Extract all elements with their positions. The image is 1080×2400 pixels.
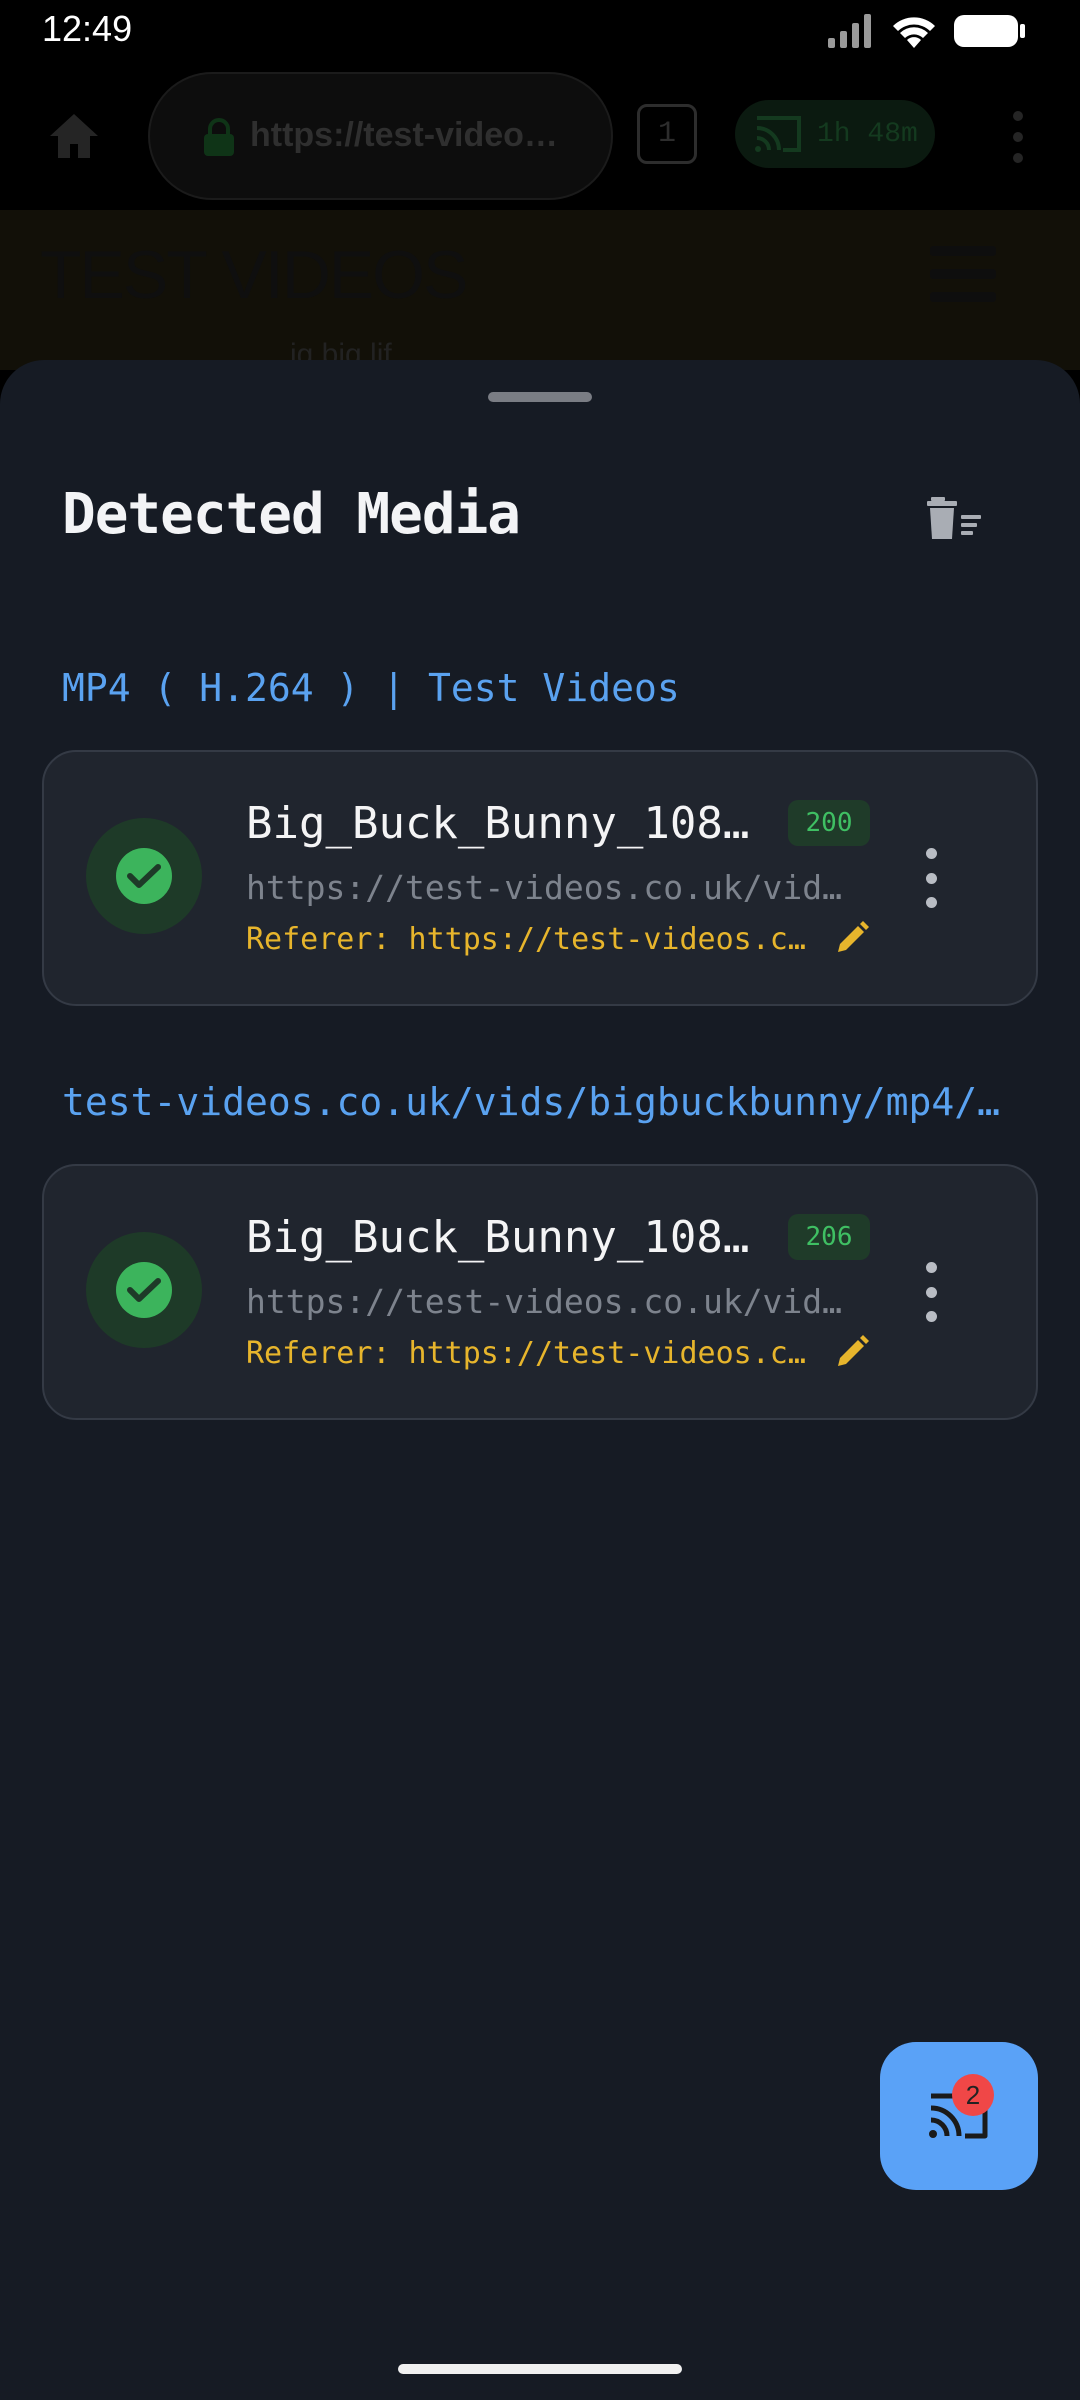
- website-header: TEST VIDEOS ig big lif: [0, 210, 1080, 371]
- media-url: https://test-videos.co.uk/vids…: [246, 868, 856, 907]
- pencil-icon[interactable]: [832, 918, 872, 958]
- status-time: 12:49: [42, 8, 133, 49]
- status-indicator: [86, 1232, 202, 1348]
- sheet-title: Detected Media: [62, 482, 521, 547]
- cast-icon: [755, 116, 801, 152]
- wifi-icon: [893, 17, 935, 48]
- fab-badge: 2: [952, 2074, 994, 2116]
- lock-icon: [204, 118, 234, 156]
- browser-menu-icon[interactable]: [1008, 110, 1028, 164]
- clear-all-icon: [927, 497, 981, 539]
- home-indicator[interactable]: [398, 2364, 682, 2374]
- signal-icon: [828, 14, 871, 48]
- status-icons: [828, 12, 1026, 50]
- pencil-icon[interactable]: [832, 1332, 872, 1372]
- tab-count-button[interactable]: 1: [637, 104, 697, 164]
- group-header: test-videos.co.uk/vids/bigbuckbunny/mp4/…: [62, 1080, 1000, 1124]
- status-indicator: [86, 818, 202, 934]
- drag-handle[interactable]: [488, 392, 592, 402]
- cast-timer-chip[interactable]: 1h 48m: [735, 100, 935, 168]
- group-header: MP4 ( H.264 ) | Test Videos: [62, 666, 680, 710]
- media-card[interactable]: Big_Buck_Bunny_1080… 206 https://test-vi…: [42, 1164, 1038, 1420]
- media-referer: Referer: https://test-videos.c…: [246, 922, 806, 957]
- media-name: Big_Buck_Bunny_1080…: [246, 1212, 766, 1263]
- home-icon[interactable]: [44, 106, 104, 166]
- more-vert-icon[interactable]: [916, 848, 946, 908]
- media-url: https://test-videos.co.uk/vids…: [246, 1282, 856, 1321]
- battery-icon: [954, 15, 1025, 47]
- status-code-badge: 200: [788, 800, 870, 846]
- hamburger-icon[interactable]: [930, 246, 996, 302]
- media-name: Big_Buck_Bunny_1080…: [246, 798, 766, 849]
- status-code-badge: 206: [788, 1214, 870, 1260]
- check-circle-icon: [116, 848, 172, 904]
- cast-timer-text: 1h 48m: [817, 118, 918, 150]
- status-bar: 12:49: [0, 0, 1080, 62]
- clear-all-button[interactable]: [920, 486, 990, 550]
- media-referer: Referer: https://test-videos.c…: [246, 1336, 806, 1371]
- website-title: TEST VIDEOS: [40, 237, 468, 313]
- more-vert-icon[interactable]: [916, 1262, 946, 1322]
- check-circle-icon: [116, 1262, 172, 1318]
- url-text: https://test-video…: [250, 116, 558, 154]
- browser-toolbar: https://test-video… 1 1h 48m: [0, 62, 1080, 210]
- media-card[interactable]: Big_Buck_Bunny_1080… 200 https://test-vi…: [42, 750, 1038, 1006]
- cast-fab-button[interactable]: 2: [880, 2042, 1038, 2190]
- url-bar[interactable]: https://test-video…: [148, 72, 613, 200]
